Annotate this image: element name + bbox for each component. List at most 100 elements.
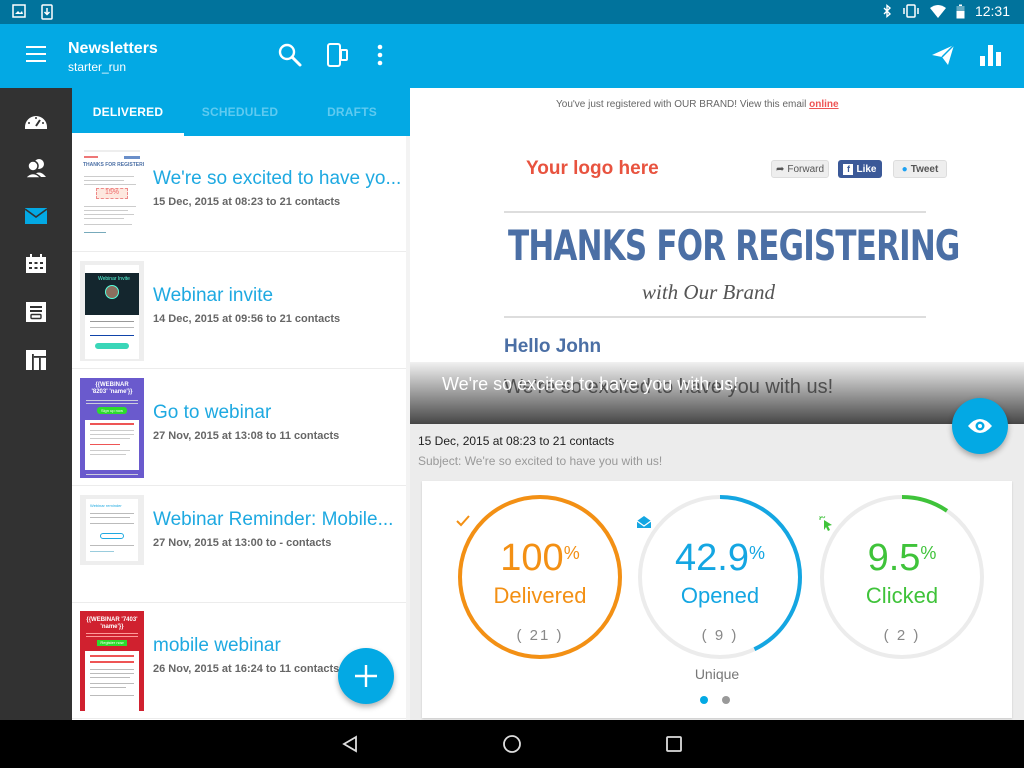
pager-dots (700, 696, 730, 704)
newsletter-list-pane: DELIVERED SCHEDULED DRAFTS THANKS FOR RE… (72, 88, 410, 720)
tab-bar: DELIVERED SCHEDULED DRAFTS (72, 88, 410, 136)
twitter-bird-icon: ● (901, 163, 908, 175)
newsletter-row[interactable]: {{WEBINAR '8203' 'name'}} Sign up now Go… (72, 370, 410, 486)
newsletter-thumbnail: THANKS FOR REGISTERING 15% (80, 144, 144, 244)
email-subject: Subject: We're so excited to have you wi… (418, 454, 663, 468)
bluetooth-icon (883, 4, 891, 18)
gauge-value: 100% (456, 537, 624, 580)
status-bar: 12:31 (0, 0, 1024, 24)
stat-gauge-opened: 42.9% Opened ( 9 ) (636, 493, 804, 661)
navigation-bar (0, 720, 1024, 768)
gauge-number: 100 (500, 537, 564, 579)
email-envelope-icon (25, 208, 47, 224)
gauge-value: 9.5% (818, 537, 986, 580)
newsletter-row[interactable]: THANKS FOR REGISTERING 15% We're so exci… (72, 136, 410, 252)
newsletter-title: Go to webinar (153, 402, 272, 423)
gauge-count: ( 2 ) (883, 627, 921, 644)
newsletter-thumbnail: Webinar reminder (80, 495, 144, 565)
page-subtitle: starter_run (68, 60, 127, 74)
gauge-label: Delivered (493, 583, 587, 608)
gauge-count: ( 21 ) (516, 627, 564, 644)
newsletter-thumbnail: {{WEBINAR '7403' 'name'}} Register now (80, 611, 144, 711)
send-icon[interactable] (930, 42, 956, 68)
sidebar-item-calendar[interactable] (22, 251, 50, 277)
download-notification-icon (41, 4, 53, 20)
preview-email-button[interactable] (952, 398, 1008, 454)
dashboard-gauge-icon (25, 116, 47, 129)
email-headline: THANKS FOR REGISTERING (508, 221, 960, 270)
contacts-icon (24, 159, 46, 179)
form-icon (26, 302, 46, 322)
recents-square-icon (666, 736, 682, 752)
unique-label: Unique (694, 666, 740, 682)
template-layout-icon (26, 350, 46, 370)
preview-title: We're so excited to have you with us! (442, 374, 739, 394)
vibrate-icon (903, 4, 919, 18)
sidebar-item-forms[interactable] (22, 299, 50, 325)
email-greeting: Hello John (504, 336, 602, 357)
newsletter-meta: 26 Nov, 2015 at 16:24 to 11 contacts (153, 663, 340, 675)
device-preview-icon[interactable] (325, 42, 351, 68)
forward-arrow-icon: ➦ (775, 163, 785, 175)
page-title: Newsletters (68, 40, 158, 57)
calendar-icon (26, 254, 46, 273)
sidebar (0, 88, 72, 720)
stat-gauge-clicked: 9.5% Clicked ( 2 ) (818, 493, 986, 661)
home-circle-icon (503, 735, 521, 753)
menu-icon[interactable] (26, 46, 46, 62)
tweet-button[interactable]: ● Tweet (893, 160, 947, 178)
app-toolbar: Newsletters starter_run (0, 24, 1024, 88)
tab-scheduled[interactable]: SCHEDULED (184, 88, 296, 136)
eye-icon (968, 419, 992, 433)
pager-dot[interactable] (700, 696, 708, 704)
divider (504, 316, 926, 318)
newsletter-meta: 27 Nov, 2015 at 13:08 to 11 contacts (153, 430, 340, 442)
newsletter-meta: 14 Dec, 2015 at 09:56 to 21 contacts (153, 313, 341, 325)
search-icon[interactable] (277, 42, 303, 68)
percent-sign: % (563, 543, 580, 563)
forward-button[interactable]: ➦ Forward (771, 160, 829, 178)
gauge-number: 9.5 (867, 537, 921, 579)
newsletter-title: We're so excited to have yo... (153, 168, 402, 189)
add-newsletter-button[interactable] (338, 648, 394, 704)
pager-dot[interactable] (722, 696, 730, 704)
facebook-like-button[interactable]: f Like (838, 160, 882, 178)
plus-icon (355, 665, 377, 687)
tab-delivered[interactable]: DELIVERED (72, 88, 184, 136)
sidebar-item-templates[interactable] (22, 347, 50, 373)
newsletter-thumbnail: {{WEBINAR '8203' 'name'}} Sign up now (80, 378, 144, 478)
more-options-icon[interactable] (367, 42, 393, 68)
stats-card[interactable]: 100% Delivered ( 21 ) 42.9% Opened ( 9 )… (422, 481, 1012, 718)
gauge-label: Clicked (865, 583, 939, 608)
percent-sign: % (920, 543, 937, 563)
view-online-link[interactable]: online (809, 99, 838, 110)
newsletter-title: Webinar Reminder: Mobile... (153, 509, 394, 530)
gauge-value: 42.9% (636, 537, 804, 580)
battery-icon (956, 4, 965, 18)
percent-sign: % (748, 543, 765, 563)
back-button[interactable] (338, 732, 362, 756)
stat-gauge-delivered: 100% Delivered ( 21 ) (456, 493, 624, 661)
email-logo: Your logo here (526, 158, 659, 179)
newsletter-row[interactable]: Webinar reminder Webinar Reminder: Mobil… (72, 487, 410, 603)
recents-button[interactable] (662, 732, 686, 756)
statistics-icon[interactable] (978, 42, 1004, 68)
send-date: 15 Dec, 2015 at 08:23 to 21 contacts (418, 434, 615, 448)
newsletter-meta: 15 Dec, 2015 at 08:23 to 21 contacts (153, 196, 341, 208)
tab-drafts[interactable]: DRAFTS (296, 88, 408, 136)
image-notification-icon (12, 4, 26, 18)
status-time: 12:31 (974, 3, 1010, 19)
gauge-label: Opened (680, 583, 760, 608)
home-button[interactable] (500, 732, 524, 756)
newsletter-row[interactable]: Webinar Invite Webinar invite 14 Dec, 20… (72, 253, 410, 369)
sidebar-item-campaigns[interactable] (22, 203, 50, 229)
wifi-icon (929, 4, 946, 18)
gauge-number: 42.9 (675, 537, 749, 579)
email-subheadline: with Our Brand (642, 280, 776, 304)
sidebar-item-dashboard[interactable] (22, 108, 50, 134)
facebook-icon: f (843, 163, 854, 175)
newsletter-thumbnail: Webinar Invite (80, 261, 144, 361)
back-triangle-icon (342, 735, 357, 753)
newsletter-detail-pane: You've just registered with OUR BRAND! V… (410, 88, 1024, 720)
sidebar-item-contacts[interactable] (22, 155, 50, 181)
